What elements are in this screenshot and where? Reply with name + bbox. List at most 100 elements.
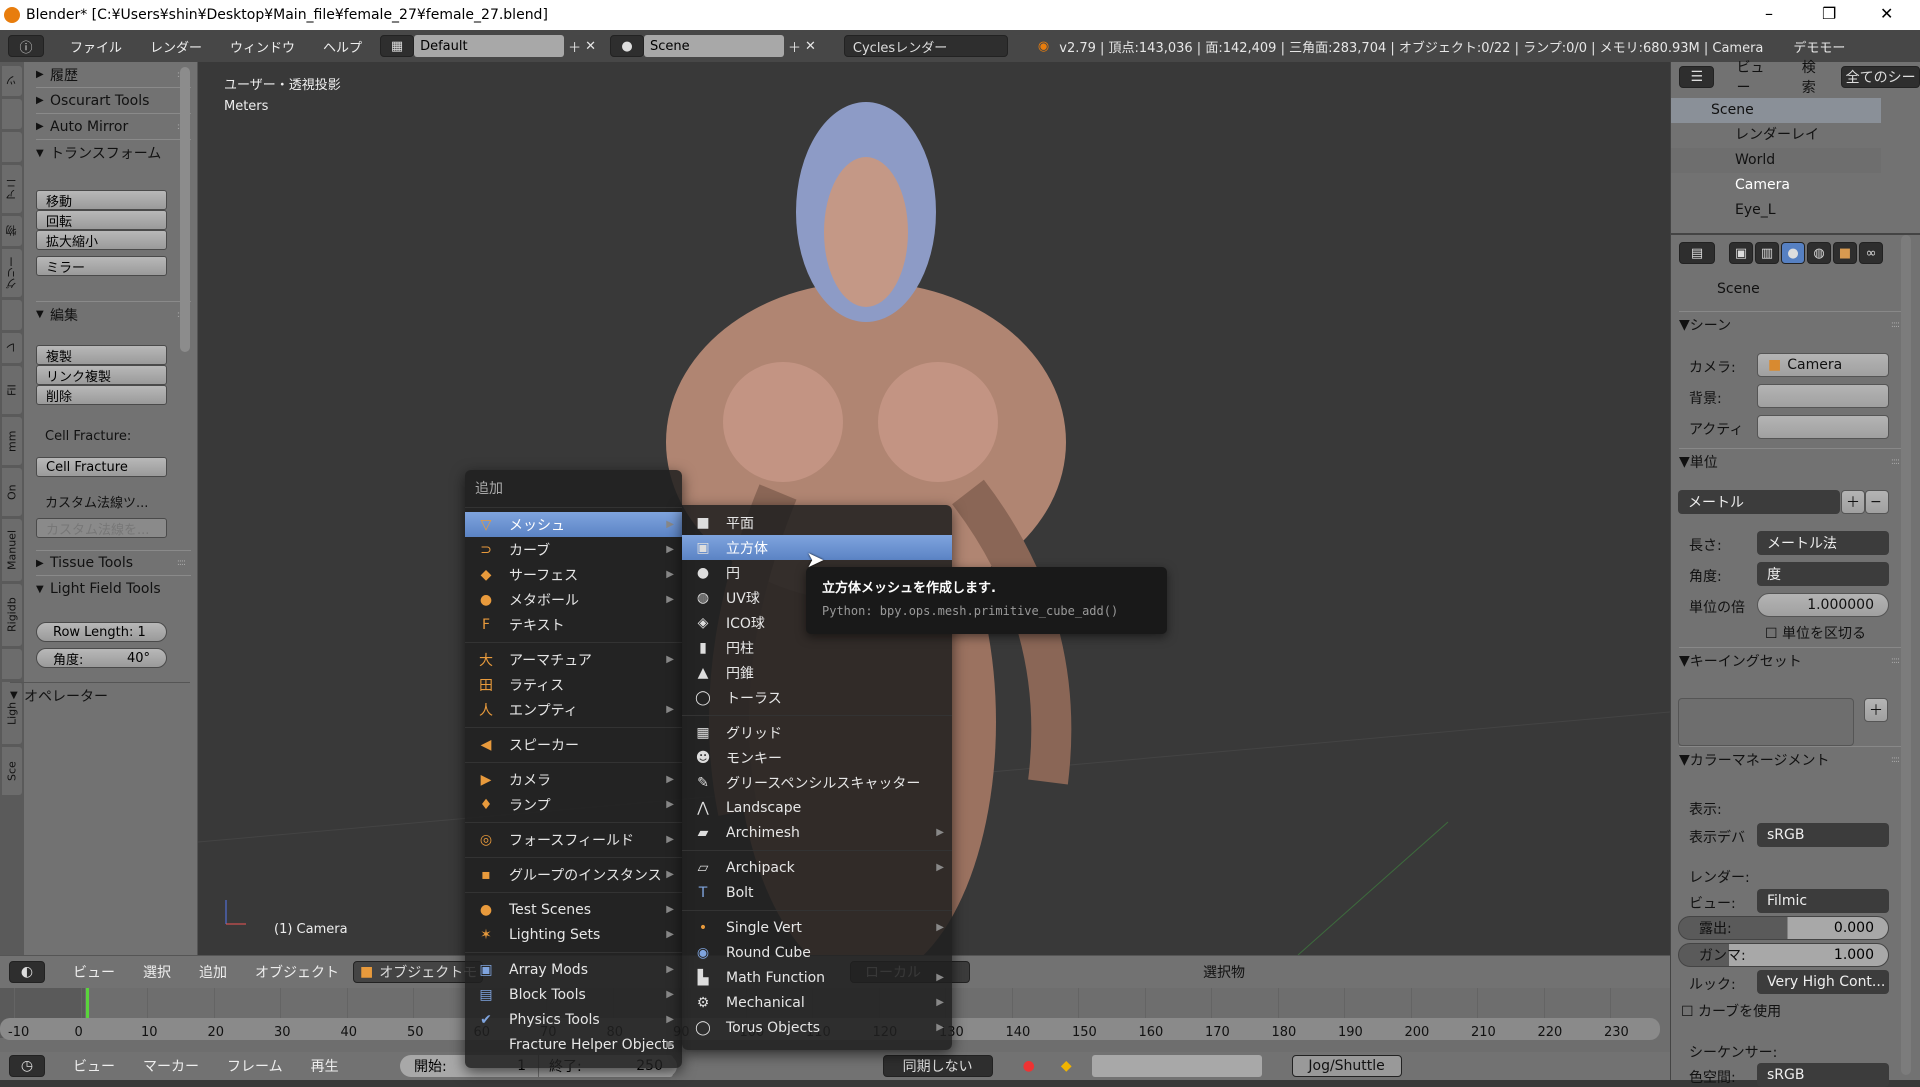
- menu-item-single-vert[interactable]: • Single Vert ▶: [682, 915, 952, 940]
- menu-item-メタボール[interactable]: ● メタボール ▶: [465, 587, 682, 612]
- menu-item-グループのインスタンス[interactable]: ▪ グループのインスタンス ▶: [465, 862, 682, 887]
- panel-units[interactable]: ▼ 単位::::: [1679, 448, 1905, 474]
- menu-item-エンプティ[interactable]: 人エンプティ ▶: [465, 697, 682, 722]
- add-scene-icon[interactable]: ＋: [788, 37, 801, 56]
- custom-normals-button[interactable]: カスタム法線を...: [36, 518, 167, 538]
- duplicate-button[interactable]: 複製: [36, 345, 167, 365]
- menu-select[interactable]: 選択: [143, 962, 171, 982]
- use-curves-checkbox[interactable]: ☐ カーブを使用: [1681, 1001, 1781, 1021]
- add-layout-icon[interactable]: ＋: [568, 37, 581, 56]
- menu-add[interactable]: 追加: [199, 962, 227, 982]
- menu-item-サーフェス[interactable]: ◆ サーフェス ▶: [465, 562, 682, 587]
- menu-item-グリースペンシルスキャッター[interactable]: ✎ グリースペンシルスキャッター: [682, 770, 952, 795]
- outliner-item-camera[interactable]: Camera: [1671, 173, 1881, 198]
- panel-color-management[interactable]: ▼ カラーマネージメント::::: [1679, 746, 1905, 772]
- menu-item-archimesh[interactable]: ▰ Archimesh ▶: [682, 820, 952, 845]
- menu-item-lighting-sets[interactable]: ✶ Lighting Sets ▶: [465, 922, 682, 947]
- panel-light-field-tools[interactable]: ▼ Light Field Tools: [36, 576, 191, 602]
- properties-scrollbar[interactable]: [1901, 235, 1911, 1075]
- color-space-select[interactable]: sRGB: [1757, 1063, 1889, 1087]
- toolshelf-tab[interactable]: [2, 300, 22, 330]
- menu-item-array-mods[interactable]: ▣ Array Mods ▶: [465, 957, 682, 982]
- menu-view[interactable]: ビュー: [1736, 57, 1777, 97]
- editor-type-outliner-icon[interactable]: ☰: [1679, 66, 1715, 88]
- angle-field[interactable]: 角度: 40°: [36, 648, 167, 668]
- render-engine-select[interactable]: Cyclesレンダー: [843, 35, 1008, 57]
- menu-item-block-tools[interactable]: ▤ Block Tools ▶: [465, 982, 682, 1007]
- toolshelf-tab[interactable]: レ: [2, 333, 22, 363]
- menu-item-ラティス[interactable]: 田ラティス: [465, 672, 682, 697]
- toolshelf-tab[interactable]: Sce: [2, 747, 22, 795]
- render-tab-icon[interactable]: ▣: [1729, 242, 1753, 264]
- menu-frame[interactable]: フレーム: [227, 1056, 283, 1076]
- mode-select[interactable]: ■ オブジェクトモ: [353, 961, 483, 983]
- editor-type-properties-icon[interactable]: ▤: [1679, 242, 1715, 264]
- demo-mode[interactable]: デモモー: [1793, 37, 1845, 56]
- menu-item-グリッド[interactable]: ▦ グリッド: [682, 720, 952, 745]
- sync-select[interactable]: 同期しない: [882, 1055, 993, 1077]
- menu-search[interactable]: 検索: [1802, 57, 1830, 97]
- add-keying-set-button[interactable]: ＋: [1864, 698, 1888, 722]
- toolshelf-tab[interactable]: ツ: [2, 66, 22, 96]
- remove-scene-icon[interactable]: ✕: [805, 39, 816, 54]
- unit-scale-field[interactable]: 1.000000: [1757, 593, 1889, 617]
- panel-auto-mirror[interactable]: ▶Auto Mirror::::: [36, 114, 191, 140]
- toolshelf-tab[interactable]: On: [2, 468, 22, 516]
- menu-view[interactable]: ビュー: [73, 1056, 115, 1076]
- menu-item-テキスト[interactable]: F テキスト: [465, 612, 682, 637]
- remove-preset-button[interactable]: −: [1865, 490, 1889, 514]
- mirror-button[interactable]: ミラー: [36, 256, 167, 276]
- toolshelf-tab[interactable]: [2, 132, 22, 162]
- menu-marker[interactable]: マーカー: [143, 1056, 199, 1076]
- menu-file[interactable]: ファイル: [70, 37, 122, 56]
- menu-item-bolt[interactable]: T Bolt: [682, 880, 952, 905]
- length-system-select[interactable]: メートル法: [1757, 531, 1889, 555]
- menu-item-カメラ[interactable]: ▶ カメラ ▶: [465, 767, 682, 792]
- menu-item-アーマチュア[interactable]: 大アーマチュア ▶: [465, 647, 682, 672]
- layout-select[interactable]: Default: [414, 35, 565, 57]
- menu-item-トーラス[interactable]: ◯ トーラス: [682, 685, 952, 710]
- menu-item-円柱[interactable]: ▮ 円柱: [682, 635, 952, 660]
- keying-set-list[interactable]: [1678, 698, 1854, 746]
- rotate-button[interactable]: 回転: [36, 210, 167, 230]
- look-select[interactable]: Very High Cont...: [1757, 970, 1889, 994]
- layout-icon[interactable]: ▦: [380, 35, 415, 57]
- toolshelf-tab[interactable]: Fil: [2, 366, 22, 414]
- delete-button[interactable]: 削除: [36, 385, 167, 405]
- editor-type-info-icon[interactable]: ⓘ: [8, 35, 44, 57]
- toolshelf-tab[interactable]: Manuel: [2, 519, 22, 581]
- cell-fracture-button[interactable]: Cell Fracture: [36, 457, 167, 477]
- menu-item-円錐[interactable]: ▲ 円錐: [682, 660, 952, 685]
- active-clip-field[interactable]: [1757, 415, 1889, 439]
- menu-item-fracture-helper-objects[interactable]: Fracture Helper Objects ▶: [465, 1032, 682, 1057]
- menu-item-スピーカー[interactable]: ◀ スピーカー: [465, 732, 682, 757]
- toolshelf-tab[interactable]: 物: [2, 216, 22, 246]
- editor-type-timeline-icon[interactable]: ◷: [9, 1055, 45, 1077]
- menu-object[interactable]: オブジェクト: [255, 962, 339, 982]
- selected-only-label[interactable]: 選択物: [1203, 962, 1245, 982]
- menu-item-モンキー[interactable]: ☻ モンキー: [682, 745, 952, 770]
- toolshelf-scrollbar[interactable]: [180, 67, 190, 352]
- unit-preset-select[interactable]: メートル: [1678, 490, 1840, 514]
- scene-select[interactable]: Scene: [643, 35, 784, 57]
- separate-units-checkbox[interactable]: ☐ 単位を区切る: [1765, 623, 1866, 643]
- panel-edit[interactable]: ▼編集::::: [36, 301, 191, 327]
- toolshelf-tab[interactable]: [2, 99, 22, 129]
- toolshelf-tab[interactable]: グリー: [2, 249, 22, 297]
- toolshelf-tab[interactable]: [2, 649, 22, 679]
- properties-tabs[interactable]: ▣ ▥ ● ◍ ■ ∞: [1729, 242, 1883, 264]
- menu-item-カーブ[interactable]: ⊃ カーブ ▶: [465, 537, 682, 562]
- outliner-item-world[interactable]: World: [1671, 148, 1881, 173]
- scale-button[interactable]: 拡大縮小: [36, 230, 167, 250]
- keying-set-field[interactable]: [1091, 1055, 1262, 1077]
- menu-view[interactable]: ビュー: [73, 962, 115, 982]
- exposure-slider[interactable]: 露出: 0.000: [1678, 916, 1889, 940]
- menu-item-round-cube[interactable]: ◉ Round Cube: [682, 940, 952, 965]
- menu-item-mechanical[interactable]: ⚙ Mechanical ▶: [682, 990, 952, 1015]
- toolshelf-tab[interactable]: mm: [2, 417, 22, 465]
- menu-help[interactable]: ヘルプ: [323, 37, 362, 56]
- object-tab-icon[interactable]: ■: [1833, 242, 1857, 264]
- background-scene-field[interactable]: [1757, 384, 1889, 408]
- menu-item-physics-tools[interactable]: ✔ Physics Tools ▶: [465, 1007, 682, 1032]
- jog-shuttle-button[interactable]: Jog/Shuttle: [1291, 1055, 1402, 1077]
